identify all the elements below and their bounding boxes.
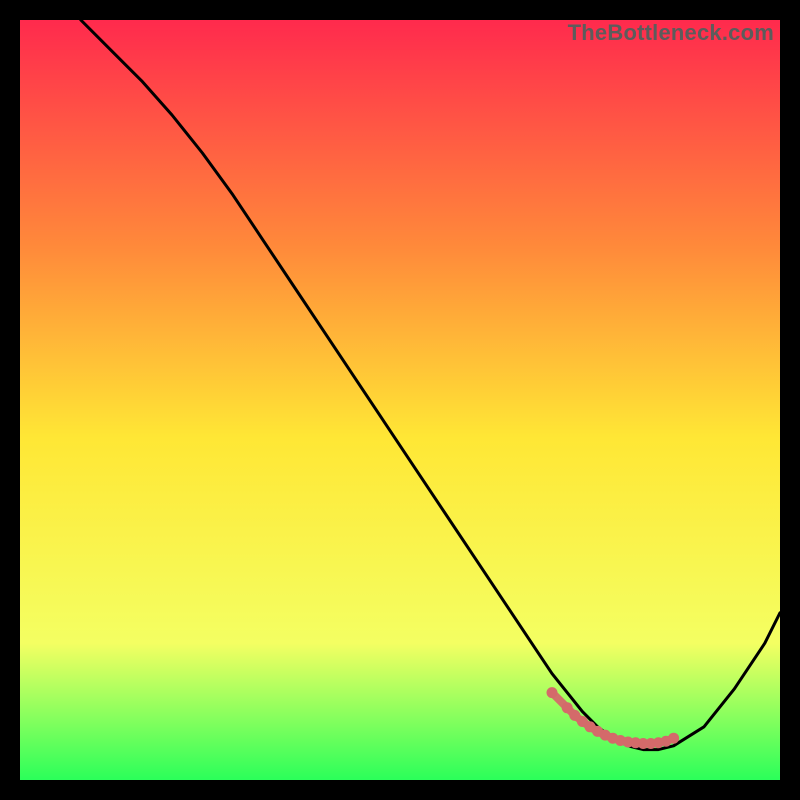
marker-dot [547,687,558,698]
gradient-background [20,20,780,780]
marker-dot [668,733,679,744]
chart-svg [20,20,780,780]
watermark-text: TheBottleneck.com [568,20,774,46]
chart-frame: TheBottleneck.com [20,20,780,780]
